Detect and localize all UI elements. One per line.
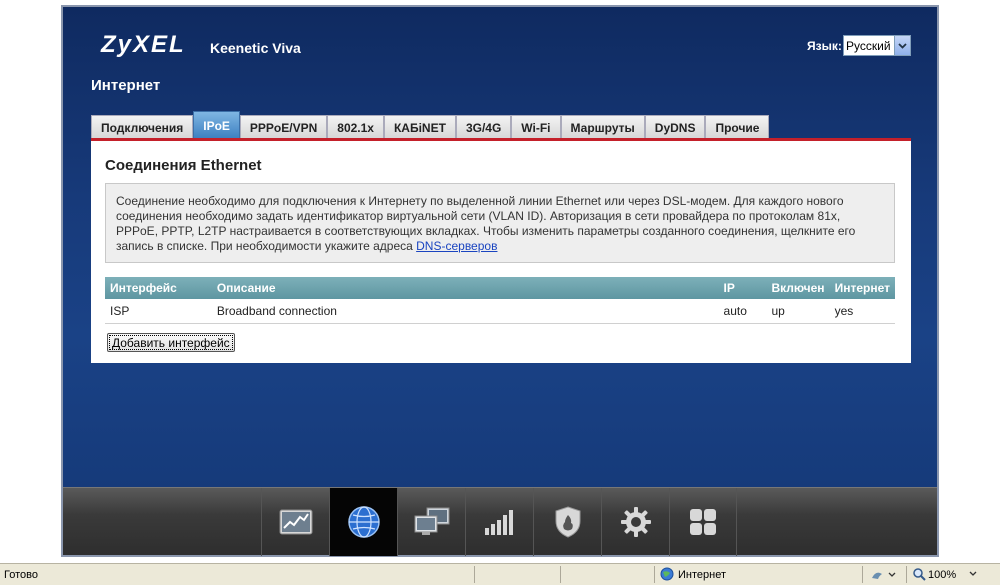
zoom-control[interactable]: 100% bbox=[912, 567, 980, 581]
status-text: Готово bbox=[4, 569, 38, 581]
signal-bars-icon bbox=[484, 510, 513, 535]
info-box: Соединение необходимо для подключения к … bbox=[105, 183, 895, 263]
col-internet: Интернет bbox=[829, 277, 895, 300]
section-title: Интернет bbox=[91, 77, 161, 94]
bottom-dock bbox=[63, 487, 937, 556]
tab-ipoe[interactable]: IPoE bbox=[193, 111, 240, 139]
language-select[interactable]: Русский bbox=[843, 35, 911, 56]
zoom-level: 100% bbox=[928, 568, 957, 581]
tab-3g4g[interactable]: 3G/4G bbox=[455, 115, 512, 139]
globe-icon bbox=[347, 506, 380, 538]
protected-mode-icon[interactable] bbox=[870, 567, 896, 584]
cell-enabled: up bbox=[766, 299, 830, 324]
cell-description: Broadband connection bbox=[211, 299, 719, 324]
browser-status-bar: Готово Интернет 100% bbox=[0, 563, 1000, 585]
panel-title: Соединения Ethernet bbox=[105, 157, 262, 174]
tab-connections[interactable]: Подключения bbox=[91, 115, 194, 139]
status-separator bbox=[654, 566, 655, 583]
magnifier-icon bbox=[913, 568, 926, 581]
tab-other[interactable]: Прочие bbox=[705, 115, 770, 139]
security-zone[interactable]: Интернет bbox=[660, 567, 726, 581]
content-panel: Соединения Ethernet Соединение необходим… bbox=[91, 141, 911, 363]
dock-home-network-button[interactable] bbox=[397, 488, 465, 556]
cell-internet: yes bbox=[829, 299, 895, 324]
table-row[interactable]: ISP Broadband connection auto up yes bbox=[105, 299, 895, 324]
add-interface-button[interactable]: Добавить интерфейс bbox=[107, 333, 235, 352]
shield-icon bbox=[555, 506, 580, 538]
dock-security-button[interactable] bbox=[533, 488, 601, 556]
language-label: Язык: bbox=[807, 39, 842, 53]
tab-pppoe-vpn[interactable]: PPPoE/VPN bbox=[239, 115, 328, 139]
tab-bar: Подключения IPoE PPPoE/VPN 802.1x КАБiNE… bbox=[91, 111, 770, 139]
status-separator bbox=[474, 566, 475, 583]
table-header-row: Интерфейс Описание IP Включен Интернет bbox=[105, 277, 895, 300]
dns-servers-link[interactable]: DNS-серверов bbox=[416, 239, 497, 253]
col-description: Описание bbox=[211, 277, 719, 300]
dock-monitor-button[interactable] bbox=[261, 488, 329, 556]
tab-routes[interactable]: Маршруты bbox=[560, 115, 645, 139]
col-enabled: Включен bbox=[766, 277, 830, 300]
chevron-down-icon[interactable] bbox=[894, 36, 910, 55]
cell-ip: auto bbox=[718, 299, 767, 324]
col-interface: Интерфейс bbox=[105, 277, 212, 300]
globe-icon bbox=[660, 567, 674, 581]
status-separator bbox=[906, 566, 907, 583]
computers-icon bbox=[414, 507, 449, 535]
router-ui-window: ZyXEL Keenetic Viva Язык: Русский Интерн… bbox=[61, 5, 939, 557]
cell-interface: ISP bbox=[105, 299, 212, 324]
gear-icon bbox=[620, 507, 651, 537]
status-separator bbox=[560, 566, 561, 583]
tab-dydns[interactable]: DyDNS bbox=[644, 115, 706, 139]
chart-icon bbox=[279, 509, 312, 535]
dock-applications-button[interactable] bbox=[669, 488, 737, 556]
dock-internet-button[interactable] bbox=[329, 488, 397, 556]
dock-wifi-button[interactable] bbox=[465, 488, 533, 556]
chevron-down-icon[interactable] bbox=[966, 569, 980, 579]
tab-kabinet[interactable]: КАБiNET bbox=[383, 115, 456, 139]
tab-wifi[interactable]: Wi-Fi bbox=[511, 115, 561, 139]
col-ip: IP bbox=[718, 277, 767, 300]
zone-label: Интернет bbox=[678, 568, 726, 581]
grid-icon bbox=[690, 509, 716, 535]
zyxel-logo: ZyXEL bbox=[101, 31, 186, 58]
interfaces-table: Интерфейс Описание IP Включен Интернет I… bbox=[105, 277, 895, 324]
tab-8021x[interactable]: 802.1x bbox=[327, 115, 384, 139]
status-separator bbox=[862, 566, 863, 583]
model-name: Keenetic Viva bbox=[210, 40, 301, 56]
language-value: Русский bbox=[846, 38, 891, 53]
dock-system-button[interactable] bbox=[601, 488, 669, 556]
